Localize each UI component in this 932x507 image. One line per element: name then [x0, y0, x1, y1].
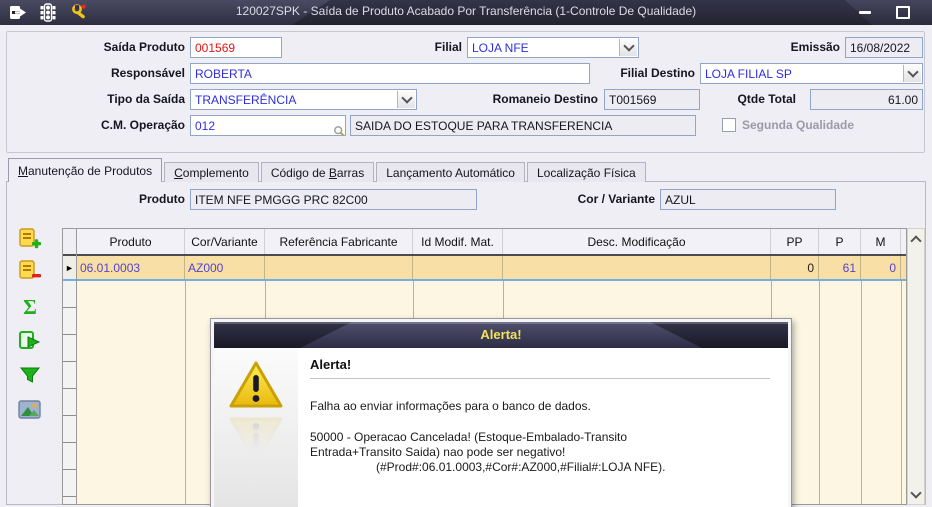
alert-message-line: Falha ao enviar informações para o banco… [310, 399, 591, 413]
sum-icon[interactable]: Σ [16, 294, 44, 322]
grid-indicator-column: ► [63, 229, 77, 504]
column-header-p[interactable]: P [819, 229, 861, 254]
current-row-marker: ► [63, 256, 76, 281]
cm-operacao-desc-field: SAIDA DO ESTOQUE PARA TRANSFERENCIA [350, 115, 696, 136]
tab-complemento[interactable]: Complemento [164, 162, 259, 182]
magnifier-icon [334, 126, 345, 135]
filter-icon[interactable] [16, 362, 44, 390]
warning-icon [229, 361, 283, 408]
tab-codigo-de-barras[interactable]: Código de Barras [260, 162, 375, 182]
grid-vertical-scrollbar[interactable] [907, 228, 925, 505]
cm-operacao-value: 012 [195, 119, 216, 133]
alert-message-line: Entrada+Transito Saida) nao pode ser neg… [310, 445, 566, 459]
column-header-pp[interactable]: PP [771, 229, 819, 254]
tipo-saida-value: TRANSFERÊNCIA [195, 93, 297, 107]
delete-row-icon[interactable] [16, 258, 44, 286]
minimize-button[interactable] [850, 5, 880, 20]
tab-localizacao-fisica[interactable]: Localização Física [526, 162, 646, 182]
column-header-cor-variante[interactable]: Cor/Variante [185, 229, 265, 254]
cm-operacao-field[interactable]: 012 [190, 115, 346, 136]
image-icon[interactable] [16, 396, 44, 424]
segunda-qualidade-checkbox[interactable] [722, 118, 736, 132]
cor-variante-field: AZUL [660, 189, 836, 210]
qtde-total-field: 61.00 [810, 89, 923, 110]
filial-destino-label: Filial Destino [620, 66, 695, 80]
column-header-referencia-fabricante[interactable]: Referência Fabricante [265, 229, 413, 254]
tab-manutencao-de-produtos[interactable]: Manutenção de Produtos [8, 158, 163, 182]
produto-field: ITEM NFE PMGGG PRC 82C00 [190, 189, 477, 210]
segunda-qualidade-label: Segunda Qualidade [742, 118, 855, 132]
alert-separator [310, 378, 770, 379]
alert-dialog-titlebar: Alerta! [214, 322, 788, 348]
tab-bar: Manutenção de Produtos Complemento Códig… [8, 158, 648, 182]
cell-p: 61 [819, 256, 861, 279]
maximize-button[interactable] [888, 5, 918, 20]
warning-icon-reflection [229, 417, 283, 464]
grid-header: Produto Cor/Variante Referência Fabrican… [77, 229, 906, 256]
add-row-icon[interactable] [16, 226, 44, 254]
tipo-saida-label: Tipo da Saída [107, 92, 185, 106]
romaneio-destino-label: Romaneio Destino [492, 92, 598, 106]
saida-produto-field[interactable]: 001569 [190, 37, 282, 58]
alert-icon-strip [214, 348, 298, 507]
tab-lancamento-automatico[interactable]: Lançamento Automático [376, 162, 525, 182]
cell-m: 0 [861, 256, 901, 279]
responsavel-label: Responsável [110, 66, 185, 80]
export-icon[interactable] [16, 328, 44, 356]
filial-select[interactable]: LOJA NFE [467, 37, 639, 58]
filial-destino-value: LOJA FILIAL SP [705, 67, 792, 81]
window-titlebar: 120027SPK - Saída de Produto Acabado Por… [0, 0, 932, 25]
cell-id-modif [413, 256, 503, 279]
produto-label: Produto [139, 192, 185, 206]
cm-operacao-label: C.M. Operação [100, 118, 185, 132]
alert-message-line: (#Prod#:06.01.0003,#Cor#:AZ000,#Filial#:… [376, 460, 666, 474]
cell-produto: 06.01.0003 [77, 256, 185, 279]
chevron-down-icon[interactable] [397, 91, 415, 108]
column-header-m[interactable]: M [861, 229, 901, 254]
chevron-down-icon[interactable] [903, 65, 921, 82]
alert-heading: Alerta! [310, 357, 352, 372]
responsavel-field[interactable]: ROBERTA [190, 63, 590, 84]
saida-produto-label: Saída Produto [103, 40, 185, 54]
scroll-up-icon[interactable] [908, 231, 924, 247]
application-window: 120027SPK - Saída de Produto Acabado Por… [0, 0, 932, 507]
romaneio-destino-field: T001569 [604, 89, 700, 110]
filial-destino-select[interactable]: LOJA FILIAL SP [700, 63, 923, 84]
cell-desc-modificacao [503, 256, 771, 279]
filial-label: Filial [434, 40, 462, 54]
column-header-id-modif-mat[interactable]: Id Modif. Mat. [413, 229, 503, 254]
window-title: 120027SPK - Saída de Produto Acabado Por… [235, 4, 697, 18]
scroll-down-icon[interactable] [908, 486, 924, 502]
filial-value: LOJA NFE [472, 41, 529, 55]
emissao-field: 16/08/2022 [845, 37, 923, 58]
table-row[interactable]: 06.01.0003 AZ000 0 61 0 [77, 256, 906, 281]
alert-message-line: 50000 - Operacao Cancelada! (Estoque-Emb… [310, 430, 628, 444]
alert-dialog: Alerta! Alerta! Falha ao enviar informaç… [210, 318, 792, 507]
column-header-produto[interactable]: Produto [77, 229, 185, 254]
cell-pp: 0 [771, 256, 819, 279]
qtde-total-label: Qtde Total [737, 92, 796, 106]
chevron-down-icon[interactable] [619, 39, 637, 56]
cell-cor-variante: AZ000 [185, 256, 265, 279]
column-header-desc-modificacao[interactable]: Desc. Modificação [503, 229, 771, 254]
emissao-label: Emissão [790, 40, 840, 54]
tipo-saida-select[interactable]: TRANSFERÊNCIA [190, 89, 417, 110]
alert-dialog-title: Alerta! [480, 327, 522, 342]
cor-variante-label: Cor / Variante [577, 192, 655, 206]
cell-referencia [265, 256, 413, 279]
